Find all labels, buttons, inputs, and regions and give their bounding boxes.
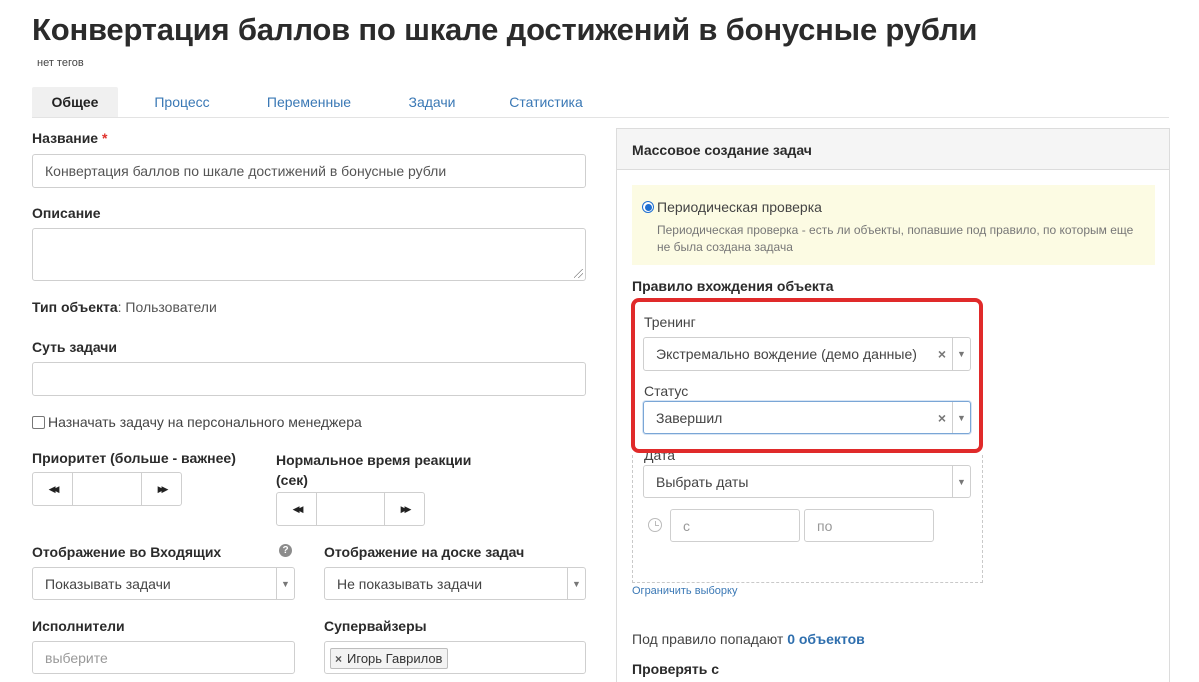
clock-icon: [648, 518, 662, 532]
date-select[interactable]: Выбрать даты ▼: [643, 465, 971, 498]
inbox-display-select[interactable]: Показывать задачи ▼: [32, 567, 295, 600]
inbox-display-label: Отображение во Входящих: [32, 544, 222, 560]
objects-count-link[interactable]: 0 объектов: [787, 631, 865, 647]
tab-statistics[interactable]: Статистика: [498, 87, 594, 117]
supervisor-tag: × Игорь Гаврилов: [330, 648, 449, 669]
reaction-time-label-line1: Нормальное время реакции: [276, 452, 472, 468]
inbox-display-value: Показывать задачи: [45, 575, 171, 592]
executors-label: Исполнители: [32, 618, 125, 634]
reaction-time-label-line2: (сек): [276, 472, 308, 488]
priority-stepper[interactable]: ◀◀ ▶▶: [32, 472, 182, 506]
help-icon[interactable]: ?: [279, 544, 292, 557]
board-display-label: Отображение на доске задач: [324, 544, 525, 560]
objects-count-prefix: Под правило попадают: [632, 631, 788, 647]
chevron-down-icon[interactable]: ▼: [276, 568, 294, 599]
reaction-time-stepper[interactable]: ◀◀ ▶▶: [276, 492, 425, 526]
assign-manager-checkbox[interactable]: [32, 415, 45, 429]
required-mark: *: [101, 130, 108, 146]
task-essence-input[interactable]: [32, 362, 586, 396]
priority-label: Приоритет (больше - важнее): [32, 450, 236, 466]
date-to-input[interactable]: по: [804, 509, 934, 542]
supervisor-tag-label: Игорь Гаврилов: [347, 651, 443, 666]
task-essence-label: Суть задачи: [32, 339, 118, 355]
executors-input[interactable]: выберите: [32, 641, 295, 674]
object-type-value: : Пользователи: [117, 299, 217, 315]
tag-remove-icon[interactable]: ×: [335, 652, 342, 666]
name-input[interactable]: Конвертация баллов по шкале достижений в…: [32, 154, 586, 188]
tab-tasks[interactable]: Задачи: [394, 87, 470, 117]
object-type-label: Тип объекта: [32, 299, 118, 315]
tab-general[interactable]: Общее: [32, 87, 118, 117]
limit-selection-link[interactable]: Ограничить выборку: [632, 585, 737, 597]
highlight-box: [631, 298, 983, 453]
tab-bar: Общее Процесс Переменные Задачи Статисти…: [32, 87, 1169, 118]
chevron-down-icon[interactable]: ▼: [952, 466, 970, 497]
name-label: Название *: [32, 130, 107, 146]
name-label-text: Название: [32, 130, 99, 146]
chevron-down-icon[interactable]: ▼: [567, 568, 585, 599]
description-textarea[interactable]: [32, 228, 586, 281]
objects-count-text: Под правило попадают 0 объектов: [632, 631, 865, 647]
date-value: Выбрать даты: [656, 473, 749, 490]
tab-variables[interactable]: Переменные: [253, 87, 365, 117]
periodic-check-radio[interactable]: [642, 201, 654, 213]
check-from-label: Проверять с: [632, 661, 720, 677]
resize-grip-icon[interactable]: [574, 269, 583, 278]
object-type: Тип объекта: Пользователи: [32, 299, 217, 317]
priority-increase-icon[interactable]: ▶▶: [142, 473, 181, 505]
tags-text: нет тегов: [37, 57, 84, 69]
periodic-check-option[interactable]: Периодическая проверка: [642, 199, 822, 215]
reaction-decrease-icon[interactable]: ◀◀: [277, 493, 316, 525]
board-display-value: Не показывать задачи: [337, 575, 483, 592]
periodic-check-label: Периодическая проверка: [657, 199, 822, 215]
assign-manager-label: Назначать задачу на персонального менедж…: [48, 414, 362, 430]
panel-title: Массовое создание задач: [617, 129, 1169, 170]
priority-input[interactable]: [72, 473, 142, 505]
page-title: Конвертация баллов по шкале достижений в…: [32, 12, 978, 47]
date-from-input[interactable]: с: [670, 509, 800, 542]
tab-process[interactable]: Процесс: [136, 87, 228, 117]
rule-label: Правило вхождения объекта: [632, 278, 834, 294]
description-label: Описание: [32, 205, 101, 221]
priority-decrease-icon[interactable]: ◀◀: [33, 473, 72, 505]
reaction-time-input[interactable]: [316, 493, 385, 525]
reaction-increase-icon[interactable]: ▶▶: [385, 493, 424, 525]
periodic-check-hint: Периодическая проверка - есть ли объекты…: [657, 223, 1134, 254]
supervisors-label: Супервайзеры: [324, 618, 427, 634]
assign-manager-row[interactable]: Назначать задачу на персонального менедж…: [32, 414, 362, 430]
reaction-time-label: Нормальное время реакции (сек): [276, 450, 471, 490]
board-display-select[interactable]: Не показывать задачи ▼: [324, 567, 586, 600]
supervisors-input[interactable]: × Игорь Гаврилов: [324, 641, 586, 674]
